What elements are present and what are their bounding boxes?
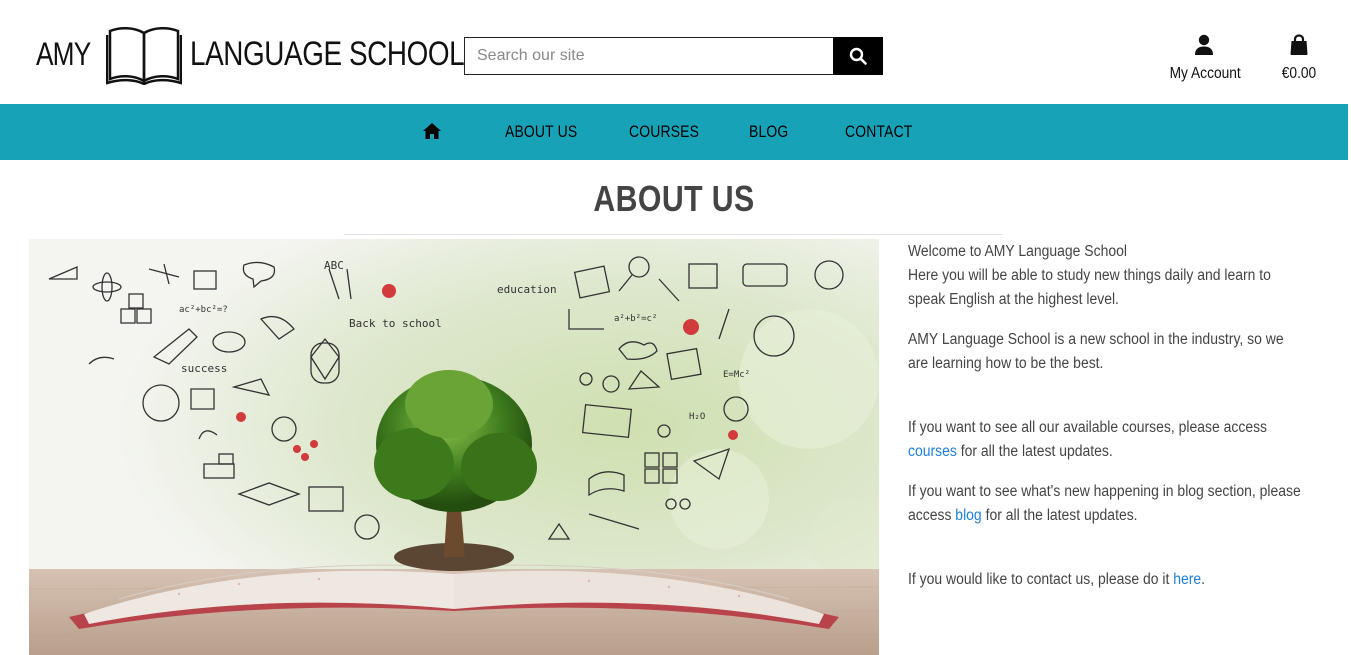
nav-blog[interactable]: BLOG [749, 104, 797, 160]
search-button[interactable] [833, 37, 883, 75]
about-paragraph: AMY Language School is a new school in t… [908, 331, 1284, 372]
nav-about-us[interactable]: ABOUT US [505, 104, 593, 160]
contact-paragraph: If you would like to contact us, please … [908, 571, 1206, 588]
search-input[interactable] [464, 37, 833, 75]
title-divider [344, 234, 1003, 235]
user-icon [1195, 34, 1213, 55]
contact-link[interactable]: here [1173, 571, 1201, 588]
nav-courses[interactable]: COURSES [629, 104, 714, 160]
doodle-back-to-school: Back to school [349, 317, 442, 330]
shopping-bag-icon [1290, 34, 1308, 55]
courses-link[interactable]: courses [908, 443, 957, 460]
search-icon [849, 47, 867, 65]
account-label: My Account [1169, 65, 1241, 82]
blog-paragraph: If you want to see what's new happening … [908, 483, 1301, 524]
logo-text-school: LANGUAGE SCHOOL [190, 34, 465, 73]
search-bar [464, 37, 883, 75]
my-account-link[interactable]: My Account [1164, 34, 1244, 83]
nav-contact[interactable]: CONTACT [845, 104, 927, 160]
doodle-formula-3: E=Mc² [723, 370, 750, 380]
home-icon [423, 123, 441, 139]
courses-paragraph: If you want to see all our available cou… [908, 419, 1268, 460]
doodle-education: education [497, 283, 557, 296]
doodle-formula-2: a²+b²=c² [614, 314, 657, 324]
hero-illustration: ABC Back to school success ac²+bc²=? edu… [29, 239, 879, 655]
logo-text-amy: AMY [35, 35, 91, 72]
bag-total: €0.00 [1281, 65, 1317, 82]
open-book-icon [106, 27, 183, 85]
page-title: ABOUT US [592, 178, 755, 219]
doodle-formula-1: ac²+bc²=? [179, 305, 228, 315]
blog-link[interactable]: blog [955, 507, 981, 524]
site-header: AMY LANGUAGE SCHOOL My Account €0. [0, 0, 1351, 104]
doodle-h2o: H₂O [689, 412, 705, 422]
doodle-abc: ABC [324, 259, 344, 272]
hero-image: ABC Back to school success ac²+bc²=? edu… [29, 239, 879, 655]
shopping-bag-link[interactable]: €0.00 [1270, 34, 1328, 83]
welcome-text: Welcome to AMY Language School Here you … [908, 243, 1271, 308]
main-nav: ABOUT US COURSES BLOG CONTACT [0, 104, 1348, 160]
nav-home[interactable] [422, 122, 442, 142]
site-logo[interactable]: AMY LANGUAGE SCHOOL [30, 22, 525, 86]
doodle-success: success [181, 362, 227, 375]
